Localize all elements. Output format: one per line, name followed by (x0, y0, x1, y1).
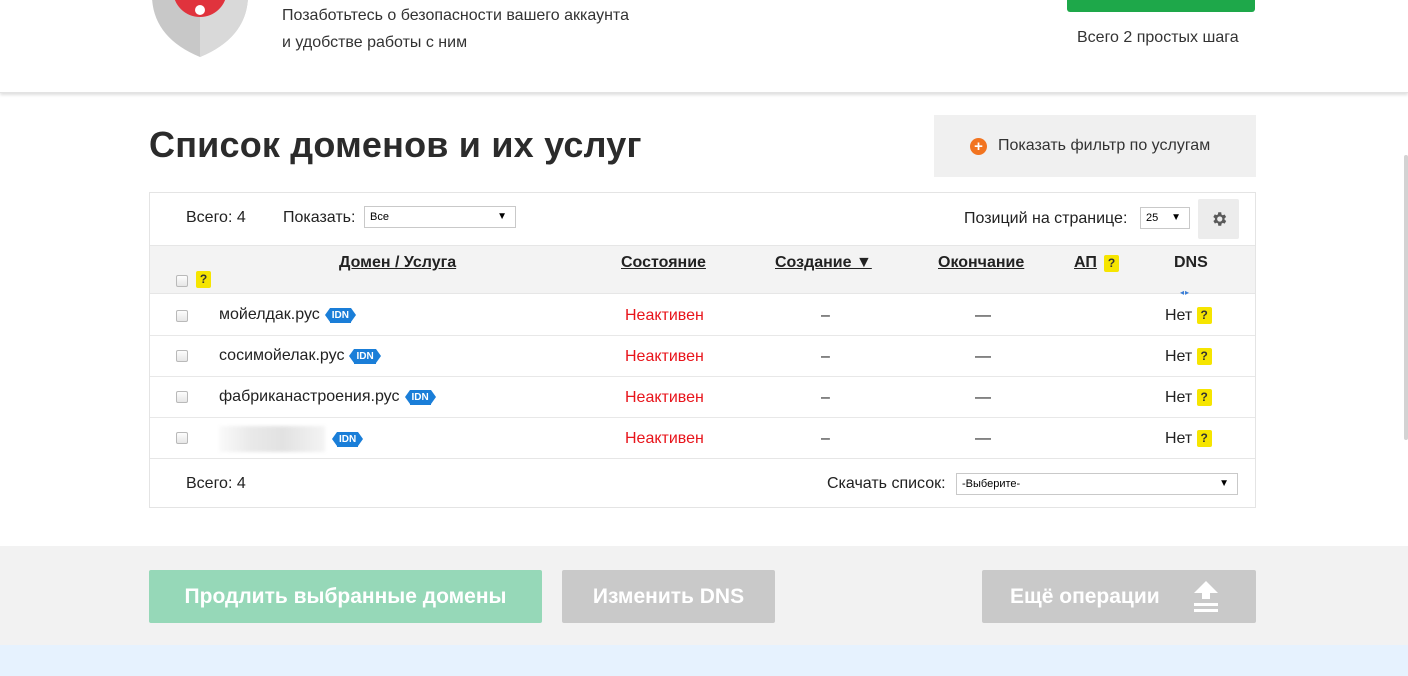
expires-cell: — (975, 348, 991, 365)
show-filter-button[interactable]: + Показать фильтр по услугам (934, 115, 1256, 177)
idn-badge: IDN (349, 348, 381, 364)
column-dns: DNS (1174, 254, 1208, 271)
redacted-domain-name[interactable] (219, 426, 325, 452)
footer-strip (0, 645, 1408, 676)
ap-help-icon[interactable]: ? (1104, 255, 1119, 272)
per-page-label: Позиций на странице: (964, 210, 1128, 227)
dns-value: Нет (1165, 307, 1193, 324)
table-row: мойелдак.рус IDN Неактивен – — Нет ? (150, 295, 1255, 336)
bulk-actions-bar: Продлить выбранные домены Изменить DNS Е… (0, 546, 1408, 645)
column-created[interactable]: Создание ▼ (775, 254, 872, 272)
table-row: IDN Неактивен – — Нет ? (150, 418, 1255, 459)
expires-cell: — (975, 307, 991, 324)
banner-text: Позаботьтесь о безопасности вашего аккау… (282, 2, 629, 56)
domain-cell: фабриканастроения.рус IDN (219, 388, 436, 406)
idn-badge: IDN (324, 307, 356, 323)
chevron-down-icon: ▼ (497, 211, 507, 222)
footer-total-count: Всего: 4 (186, 475, 246, 492)
download-select-value: -Выберите- (962, 478, 1021, 490)
created-cell: – (821, 389, 830, 406)
row-checkbox[interactable] (176, 432, 188, 444)
status-cell: Неактивен (625, 307, 704, 324)
banner-line-1: Позаботьтесь о безопасности вашего аккау… (282, 7, 629, 24)
domain-cell: сосимойелак.рус IDN (219, 347, 381, 365)
table-row: фабриканастроения.рус IDN Неактивен – — … (150, 377, 1255, 418)
show-select[interactable]: Все ▼ (364, 206, 516, 228)
expires-cell: — (975, 430, 991, 447)
settings-button[interactable] (1198, 199, 1239, 239)
column-ap[interactable]: АП (1074, 254, 1097, 272)
dns-cell: Нет ? (1165, 348, 1212, 366)
more-operations-button[interactable]: Ещё операции (982, 570, 1256, 623)
idn-badge: IDN (332, 431, 364, 447)
page-title: Список доменов и их услуг (149, 124, 642, 165)
gear-icon (1212, 212, 1226, 226)
download-select[interactable]: -Выберите- ▼ (956, 473, 1238, 495)
expires-cell: — (975, 389, 991, 406)
show-filter-label: Показать фильтр по услугам (998, 137, 1211, 154)
row-checkbox[interactable] (176, 310, 188, 322)
dns-help-icon[interactable]: ? (1196, 430, 1212, 447)
column-status[interactable]: Состояние (621, 254, 706, 272)
banner-steps-text: Всего 2 простых шага (1077, 29, 1239, 46)
status-cell: Неактивен (625, 389, 704, 406)
shield-alert-icon (152, 0, 248, 57)
select-all-help-icon[interactable]: ? (196, 271, 211, 288)
show-label: Показать: (283, 209, 356, 226)
chevron-down-icon: ▼ (1219, 478, 1229, 489)
renew-selected-button[interactable]: Продлить выбранные домены (149, 570, 542, 623)
status-cell: Неактивен (625, 348, 704, 365)
table-header: ? Домен / Услуга Состояние Создание ▼ Ок… (150, 245, 1255, 297)
domain-name[interactable]: фабриканастроения.рус (219, 388, 400, 406)
idn-badge: IDN (404, 389, 436, 405)
status-cell: Неактивен (625, 430, 704, 447)
column-expires[interactable]: Окончание (938, 254, 1024, 272)
table-row: сосимойелак.рус IDN Неактивен – — Нет ? (150, 336, 1255, 377)
domain-name[interactable]: сосимойелак.рус (219, 347, 344, 365)
dns-cell: Нет ? (1165, 307, 1212, 325)
created-cell: – (821, 430, 830, 447)
column-domain[interactable]: Домен / Услуга (339, 254, 456, 272)
dns-help-icon[interactable]: ? (1196, 307, 1212, 324)
dns-cell: Нет ? (1165, 389, 1212, 407)
domain-name[interactable]: мойелдак.рус (219, 306, 320, 324)
domain-cell: IDN (219, 426, 364, 452)
chevron-down-icon: ▼ (1171, 212, 1181, 223)
dns-cell: Нет ? (1165, 430, 1212, 448)
row-checkbox[interactable] (176, 391, 188, 403)
dns-help-icon[interactable]: ? (1196, 389, 1212, 406)
domain-cell: мойелдак.рус IDN (219, 306, 356, 324)
plus-circle-icon: + (970, 137, 987, 155)
total-count: Всего: 4 (186, 209, 246, 226)
domain-list-panel: Всего: 4 Показать: Все ▼ Позиций на стра… (149, 192, 1256, 508)
dns-value: Нет (1165, 348, 1193, 365)
created-cell: – (821, 348, 830, 365)
select-all-checkbox[interactable] (176, 275, 188, 287)
change-dns-button[interactable]: Изменить DNS (562, 570, 775, 623)
show-select-value: Все (370, 211, 389, 223)
security-banner: Позаботьтесь о безопасности вашего аккау… (0, 0, 1408, 93)
dns-value: Нет (1165, 389, 1193, 406)
scrollbar[interactable] (1404, 155, 1408, 440)
more-operations-label: Ещё операции (1010, 584, 1160, 608)
per-page-value: 25 (1146, 212, 1159, 224)
banner-cta-button[interactable] (1067, 0, 1255, 12)
created-cell: – (821, 307, 830, 324)
banner-line-2: и удобстве работы с ним (282, 34, 468, 51)
dns-value: Нет (1165, 430, 1193, 447)
per-page-select[interactable]: 25 ▼ (1140, 207, 1190, 229)
row-checkbox[interactable] (176, 350, 188, 362)
dns-help-icon[interactable]: ? (1196, 348, 1212, 365)
list-toolbar-bottom: Всего: 4 Скачать список: -Выберите- ▼ (150, 459, 1255, 507)
upload-icon (1193, 580, 1218, 612)
list-toolbar-top: Всего: 4 Показать: Все ▼ Позиций на стра… (150, 193, 1255, 245)
download-label: Скачать список: (827, 475, 946, 492)
